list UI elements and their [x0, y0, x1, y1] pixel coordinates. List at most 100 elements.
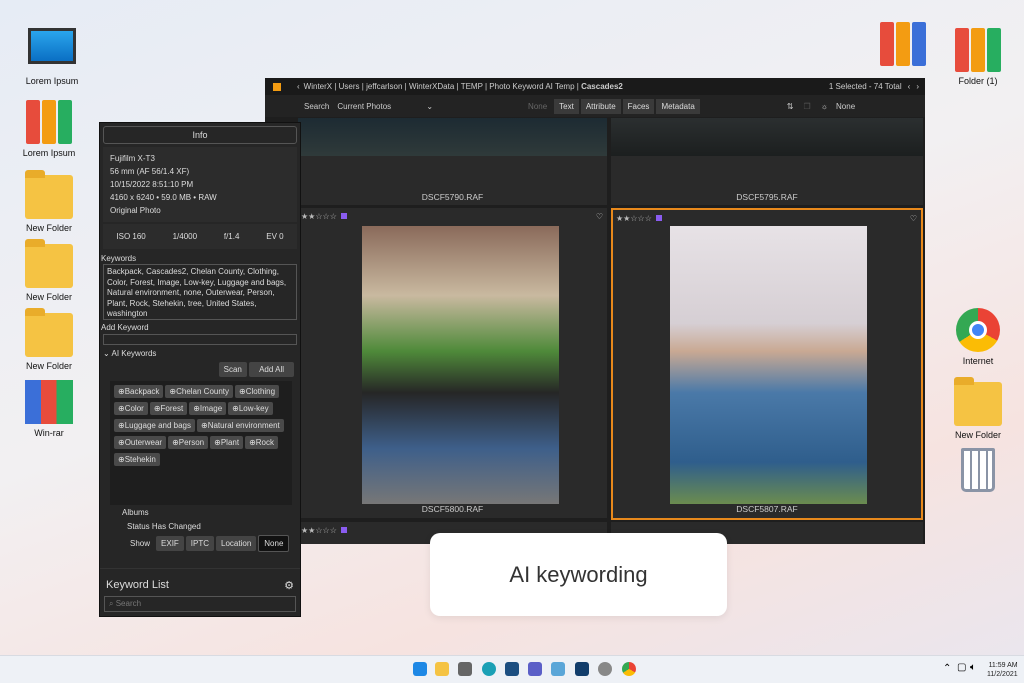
keywords-field[interactable]: Backpack, Cascades2, Chelan County, Clot…	[103, 264, 297, 320]
show-none[interactable]: None	[258, 535, 290, 552]
ai-keyword-chip[interactable]: ⊕Luggage and bags	[114, 419, 195, 432]
photo-cell[interactable]: DSCF5795.RAF	[611, 118, 923, 205]
breadcrumb-item[interactable]: Users	[339, 82, 360, 91]
prev-icon[interactable]: ‹	[908, 82, 911, 91]
folder-icon	[25, 170, 73, 219]
desktop-icon-folder[interactable]: New Folder	[14, 239, 84, 302]
breadcrumb-item[interactable]: WinterX	[304, 82, 332, 91]
ai-keyword-chip[interactable]: ⊕Plant	[210, 436, 244, 449]
ai-keyword-chip[interactable]: ⊕Person	[168, 436, 209, 449]
ai-keyword-chip[interactable]: ⊕Backpack	[114, 385, 164, 398]
ai-keywords-toggle[interactable]: ⌄ AI Keywords	[100, 345, 300, 362]
breadcrumb-item[interactable]: Photo Keyword AI Temp	[489, 82, 574, 91]
scan-button[interactable]: Scan	[218, 362, 247, 377]
capture-date: 10/15/2022 8:51:10 PM	[110, 180, 194, 189]
volume-icon[interactable]: 🔈︎	[970, 662, 976, 673]
photo-cell[interactable]: ★★☆☆☆ ♡ DSCF5800.RAF	[298, 208, 607, 518]
add-circle-icon: ⊕	[118, 421, 125, 430]
folder-icon	[25, 239, 73, 288]
breadcrumb-item[interactable]: Cascades2	[581, 82, 623, 91]
albums-label: Albums	[122, 508, 149, 517]
ai-keyword-chip[interactable]: ⊕Clothing	[235, 385, 280, 398]
show-exif[interactable]: EXIF	[156, 536, 184, 551]
photo-thumbnail	[298, 118, 607, 156]
mode-metadata[interactable]: Metadata	[656, 98, 700, 114]
tray-chevron-icon[interactable]: ⌃	[943, 663, 951, 674]
ai-keyword-chip[interactable]: ⊕Color	[114, 402, 148, 415]
store-icon[interactable]	[505, 662, 519, 676]
binders-icon	[25, 100, 73, 144]
search-scope-dropdown[interactable]: Current Photos	[337, 102, 426, 111]
ai-keyword-chip[interactable]: ⊕Image	[189, 402, 227, 415]
ai-keyword-chip[interactable]: ⊕Chelan County	[165, 385, 234, 398]
selection-count: 1 Selected - 74 Total	[828, 82, 902, 91]
breadcrumb-item[interactable]: jeffcarlson	[366, 82, 402, 91]
chrome-icon[interactable]	[622, 662, 636, 676]
photo-filename: DSCF5800.RAF	[421, 504, 484, 514]
binders-icon	[879, 22, 927, 66]
add-all-button[interactable]: Add All	[249, 362, 294, 377]
binders-icon	[954, 28, 1002, 72]
clock[interactable]: 11:59 AM 11/2/2021	[987, 661, 1018, 679]
photo-thumbnail	[362, 226, 559, 504]
star-rating[interactable]: ★★☆☆☆	[301, 212, 347, 221]
camera-icon[interactable]	[458, 662, 472, 676]
gear-icon[interactable]: ⚙	[284, 579, 294, 592]
edge-icon[interactable]	[482, 662, 496, 676]
desktop-icon-folder[interactable]: New Folder	[943, 377, 1013, 440]
add-keyword-input[interactable]	[103, 334, 297, 345]
photo-cell[interactable]: DSCF5790.RAF	[298, 118, 607, 205]
ai-keyword-chip[interactable]: ⊕Rock	[245, 436, 278, 449]
next-icon[interactable]: ›	[916, 82, 919, 91]
show-iptc[interactable]: IPTC	[185, 536, 215, 551]
desktop-icon-computer[interactable]: Lorem Ipsum	[17, 28, 87, 86]
heart-icon[interactable]: ♡	[910, 214, 917, 223]
show-location[interactable]: Location	[216, 536, 257, 551]
search-bar: Search Current Photos ⌄ None Text Attrib…	[265, 95, 925, 117]
brightness-icon[interactable]: ☼	[821, 102, 828, 111]
network-icon[interactable]: ▢	[957, 662, 966, 673]
ai-keyword-chip[interactable]: ⊕Outerwear	[114, 436, 167, 449]
file-explorer-icon[interactable]	[435, 662, 449, 676]
status-label: Status Has Changed	[127, 522, 201, 531]
photo-cell-selected[interactable]: ★★☆☆☆ ♡ DSCF5807.RAF	[611, 208, 923, 520]
ai-keyword-chip[interactable]: ⊕Low-key	[228, 402, 273, 415]
photo-app-icon[interactable]	[575, 662, 589, 676]
sort-icon[interactable]: ⇅	[787, 102, 794, 111]
back-arrow-icon[interactable]: ‹	[297, 82, 300, 91]
mode-none[interactable]: None	[523, 99, 552, 114]
filter-dropdown[interactable]: None	[836, 102, 925, 111]
mode-faces[interactable]: Faces	[622, 98, 655, 114]
desktop-icon-binders[interactable]	[868, 22, 938, 70]
recycle-bin-icon[interactable]	[943, 448, 1013, 496]
exif-row: ISO 160 1/4000 f/1.4 EV 0	[103, 224, 297, 249]
star-rating[interactable]: ★★☆☆☆	[616, 214, 662, 223]
teams-icon[interactable]	[528, 662, 542, 676]
desktop-icon-winrar[interactable]: Win-rar	[14, 380, 84, 438]
add-circle-icon: ⊕	[118, 455, 125, 464]
desktop-icon-internet[interactable]: Internet	[943, 308, 1013, 366]
desktop-icon-folder-1[interactable]: Folder (1)	[943, 28, 1013, 86]
breadcrumb-item[interactable]: TEMP	[461, 82, 483, 91]
breadcrumb-item[interactable]: WinterXData	[409, 82, 454, 91]
settings-icon[interactable]	[598, 662, 612, 676]
stack-icon[interactable]: ❐	[804, 102, 811, 111]
ai-keyword-chip[interactable]: ⊕Forest	[149, 402, 188, 415]
ai-keyword-chip[interactable]: ⊕Natural environment	[197, 419, 284, 432]
desktop-icon-folder[interactable]: New Folder	[14, 170, 84, 233]
chevron-down-icon[interactable]: ⌄	[426, 102, 433, 111]
star-rating[interactable]: ★★☆☆☆	[301, 526, 347, 535]
photo-thumbnail	[670, 226, 867, 504]
start-icon[interactable]	[413, 662, 427, 676]
paint-icon[interactable]	[551, 662, 565, 676]
mode-attribute[interactable]: Attribute	[580, 98, 621, 114]
add-circle-icon: ⊕	[118, 438, 125, 447]
ai-keyword-chip[interactable]: ⊕Stehekin	[114, 453, 160, 466]
desktop-icon-binders[interactable]: Lorem Ipsum	[14, 100, 84, 158]
keyword-search-input[interactable]: ⌕ Search	[104, 596, 296, 612]
shutter: 1/4000	[172, 232, 198, 241]
mode-text[interactable]: Text	[554, 98, 579, 114]
chrome-icon	[956, 308, 1000, 352]
heart-icon[interactable]: ♡	[596, 212, 603, 221]
desktop-icon-folder[interactable]: New Folder	[14, 308, 84, 371]
